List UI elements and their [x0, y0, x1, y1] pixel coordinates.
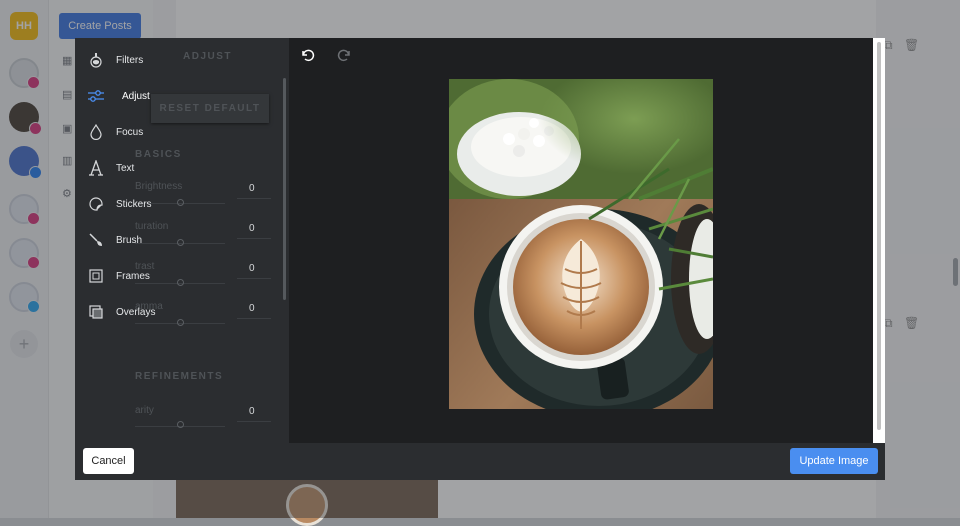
tool-focus[interactable]: Focus: [75, 114, 175, 150]
modal-footer: Cancel Update Image: [75, 443, 885, 480]
gamma-input-underline: [237, 318, 271, 319]
cancel-button[interactable]: Cancel: [83, 448, 134, 474]
tool-label: Text: [116, 162, 135, 174]
brush-icon: [87, 231, 105, 249]
filters-icon: [87, 51, 105, 69]
image-editor-modal: ADJUST RESET DEFAULT BASICS Brightness 0…: [75, 38, 885, 480]
tool-label: Stickers: [116, 198, 152, 210]
text-icon: [87, 159, 105, 177]
sticker-icon: [87, 195, 105, 213]
tool-label: Overlays: [116, 306, 156, 318]
tool-stickers[interactable]: Stickers: [75, 186, 175, 222]
tool-brush[interactable]: Brush: [75, 222, 175, 258]
tool-label: Adjust: [122, 90, 150, 102]
tool-adjust[interactable]: Adjust: [75, 78, 175, 114]
contrast-value[interactable]: 0: [249, 263, 255, 274]
saturation-value[interactable]: 0: [249, 223, 255, 234]
redo-icon[interactable]: [337, 47, 353, 63]
clarity-label: arity: [135, 405, 154, 416]
refinements-heading: REFINEMENTS: [135, 371, 224, 382]
contrast-slider-handle[interactable]: [177, 279, 184, 286]
tool-list: Filters Adjust Focus Text Stickers Brush…: [75, 38, 175, 338]
clarity-value[interactable]: 0: [249, 406, 255, 417]
clarity-slider-handle[interactable]: [177, 421, 184, 428]
tool-frames[interactable]: Frames: [75, 258, 175, 294]
tool-label: Brush: [116, 234, 143, 246]
tool-overlays[interactable]: Overlays: [75, 294, 175, 330]
gamma-slider-handle[interactable]: [177, 319, 184, 326]
contrast-input-underline: [237, 278, 271, 279]
modal-scrollbar-thumb[interactable]: [877, 42, 881, 430]
frame-icon: [87, 267, 105, 285]
brightness-slider-handle[interactable]: [177, 199, 184, 206]
tool-text[interactable]: Text: [75, 150, 175, 186]
undo-icon[interactable]: [299, 47, 315, 63]
clarity-input-underline: [237, 421, 271, 422]
tool-label: Focus: [116, 126, 144, 138]
adjust-panel-title: ADJUST: [183, 51, 233, 62]
saturation-input-underline: [237, 238, 271, 239]
overlay-icon: [87, 303, 105, 321]
saturation-slider-handle[interactable]: [177, 239, 184, 246]
tool-filters[interactable]: Filters: [75, 42, 175, 78]
tool-label: Filters: [116, 54, 144, 66]
gamma-value[interactable]: 0: [249, 303, 255, 314]
adjust-panel: ADJUST RESET DEFAULT BASICS Brightness 0…: [75, 38, 289, 443]
adjust-panel-scrollbar[interactable]: [283, 78, 286, 300]
drop-icon: [87, 123, 105, 141]
update-image-button[interactable]: Update Image: [790, 448, 878, 474]
brightness-value[interactable]: 0: [249, 183, 255, 194]
image-preview: [449, 79, 713, 409]
brightness-input-underline: [237, 198, 271, 199]
tool-label: Frames: [116, 270, 150, 282]
sliders-icon: [87, 87, 105, 105]
